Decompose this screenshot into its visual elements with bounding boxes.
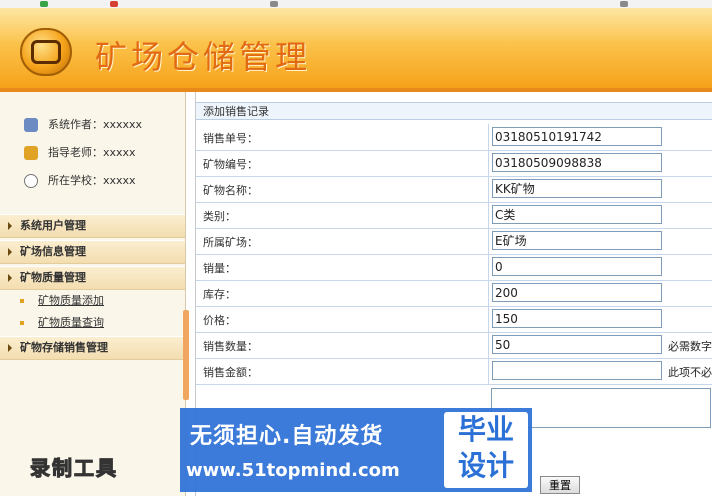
- sale-id-input[interactable]: [492, 127, 662, 146]
- field-label: 销量：: [203, 262, 236, 275]
- submenu-label: 矿物质量查询: [38, 316, 104, 329]
- field-note: 此项不必: [668, 366, 712, 379]
- form-caption: 添加销售记录: [196, 102, 712, 120]
- form-row: 所属矿场：: [196, 228, 712, 255]
- field-label: 所属矿场：: [203, 236, 258, 249]
- sale-quantity-input[interactable]: [492, 335, 662, 354]
- menu-label: 矿物质量管理: [20, 271, 86, 284]
- field-label: 矿物编号：: [203, 158, 258, 171]
- menu-label: 矿物存储销售管理: [20, 341, 108, 354]
- submenu-label: 矿物质量添加: [38, 294, 104, 307]
- mineral-name-input[interactable]: [492, 179, 662, 198]
- info-value: xxxxxx: [103, 118, 143, 131]
- browser-icon[interactable]: [40, 1, 48, 7]
- menu-label: 矿场信息管理: [20, 245, 86, 258]
- info-value: xxxxx: [103, 174, 136, 187]
- menu-storage-sales[interactable]: 矿物存储销售管理: [0, 336, 185, 360]
- field-label: 销售金额：: [203, 366, 258, 379]
- field-label: 矿物名称：: [203, 184, 258, 197]
- submenu-quality-query[interactable]: 矿物质量查询: [20, 314, 104, 332]
- recorder-watermark: 录制工具: [30, 456, 118, 481]
- sale-amount-input[interactable]: [492, 361, 662, 380]
- form-row: 销售单号：: [196, 124, 712, 151]
- form-row: 销售金额： 此项不必: [196, 358, 712, 385]
- arrow-right-icon: [8, 274, 12, 282]
- arrow-right-icon: [8, 344, 12, 352]
- category-input[interactable]: [492, 205, 662, 224]
- mine-input[interactable]: [492, 231, 662, 250]
- form-row: 价格：: [196, 306, 712, 333]
- field-label: 库存：: [203, 288, 236, 301]
- badge-line: 毕业: [457, 413, 514, 446]
- info-teacher: 指导老师：xxxxx: [24, 144, 136, 162]
- user-icon: [24, 118, 38, 132]
- info-label: 系统作者：: [48, 118, 103, 131]
- form-row: 库存：: [196, 280, 712, 307]
- menu-label: 系统用户管理: [20, 219, 86, 232]
- badge-line: 设计: [457, 449, 514, 482]
- banner-url: www.51topmind.com: [186, 460, 400, 481]
- info-value: xxxxx: [103, 146, 136, 159]
- menu-mineral-quality[interactable]: 矿物质量管理: [0, 266, 185, 290]
- ad-banner: 无须担心.自动发货 www.51topmind.com 毕业 设计: [180, 408, 532, 492]
- stock-input[interactable]: [492, 283, 662, 302]
- browser-icon[interactable]: [620, 1, 628, 7]
- info-label: 指导老师：: [48, 146, 103, 159]
- sales-volume-input[interactable]: [492, 257, 662, 276]
- sidebar: 系统作者：xxxxxx 指导老师：xxxxx 所在学校：xxxxx 系统用户管理…: [0, 92, 186, 496]
- form-row: 矿物名称：: [196, 176, 712, 203]
- field-label: 销售数量：: [203, 340, 258, 353]
- submenu-quality-add[interactable]: 矿物质量添加: [20, 292, 104, 310]
- form-row: 类别：: [196, 202, 712, 229]
- browser-icon[interactable]: [270, 1, 278, 7]
- reset-button[interactable]: 重置: [540, 476, 580, 494]
- bullet-icon: [20, 299, 24, 303]
- menu-mine-info[interactable]: 矿场信息管理: [0, 240, 185, 264]
- bullet-icon: [20, 321, 24, 325]
- school-icon: [24, 174, 38, 188]
- field-label: 类别：: [203, 210, 236, 223]
- field-label: 销售单号：: [203, 132, 258, 145]
- banner-badge: 毕业 设计: [444, 412, 528, 488]
- price-input[interactable]: [492, 309, 662, 328]
- arrow-right-icon: [8, 248, 12, 256]
- arrow-right-icon: [8, 222, 12, 230]
- form-row: 销售数量： 必需数字: [196, 332, 712, 359]
- mineral-id-input[interactable]: [492, 153, 662, 172]
- logo-icon: [20, 28, 72, 76]
- info-label: 所在学校：: [48, 174, 103, 187]
- panel-splitter[interactable]: [183, 310, 189, 400]
- browser-icon[interactable]: [110, 1, 118, 7]
- info-school: 所在学校：xxxxx: [24, 172, 136, 190]
- form-row: 矿物编号：: [196, 150, 712, 177]
- site-header: 矿场仓储管理: [0, 8, 712, 92]
- menu-system-users[interactable]: 系统用户管理: [0, 214, 185, 238]
- banner-slogan: 无须担心.自动发货: [190, 424, 384, 449]
- page-title: 矿场仓储管理: [95, 38, 312, 76]
- teacher-icon: [24, 146, 38, 160]
- field-label: 价格：: [203, 314, 236, 327]
- form-row: 销量：: [196, 254, 712, 281]
- info-author: 系统作者：xxxxxx: [24, 116, 142, 134]
- field-note: 必需数字: [668, 340, 712, 353]
